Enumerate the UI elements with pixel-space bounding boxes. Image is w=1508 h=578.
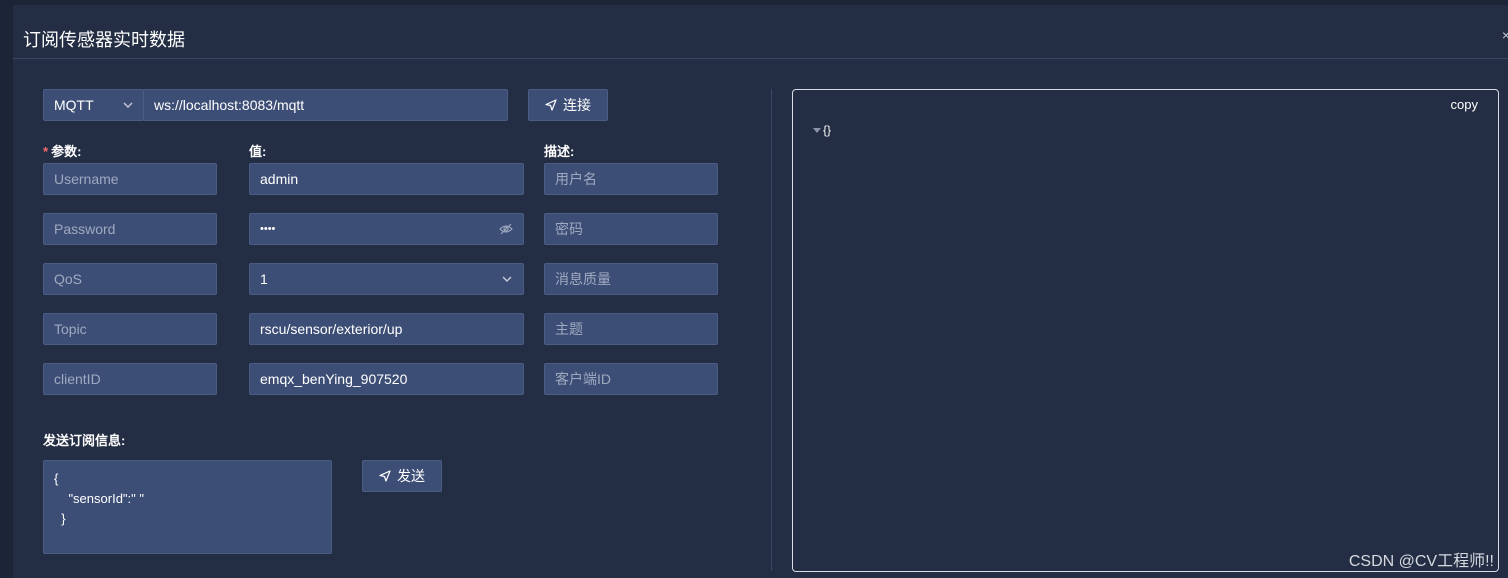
param-placeholder: Username xyxy=(54,171,119,187)
desc-header: 描述: xyxy=(544,144,575,159)
desc-placeholder: 密码 xyxy=(555,221,583,237)
value-text: rscu/sensor/exterior/up xyxy=(260,321,403,337)
dialog-title: 订阅传感器实时数据 xyxy=(23,30,185,50)
title-divider xyxy=(13,58,1508,59)
param-field-username[interactable]: Username xyxy=(43,163,217,195)
chevron-down-icon xyxy=(123,102,133,108)
param-placeholder: Password xyxy=(54,221,116,237)
desc-field-qos[interactable]: 消息质量 xyxy=(544,263,718,295)
value-text: •••• xyxy=(260,223,276,235)
message-textarea[interactable]: { "sensorId":" " } xyxy=(43,460,332,554)
connect-label: 连接 xyxy=(563,97,591,113)
desc-placeholder: 用户名 xyxy=(555,171,597,187)
desc-field-clientid[interactable]: 客户端ID xyxy=(544,363,718,395)
send-label: 发送订阅信息: xyxy=(43,433,126,448)
param-field-topic[interactable]: Topic xyxy=(43,313,217,345)
send-button-label: 发送 xyxy=(397,468,425,484)
value-text: emqx_benYing_907520 xyxy=(260,371,408,387)
chevron-down-icon xyxy=(502,276,512,282)
value-select-qos[interactable]: 1 xyxy=(249,263,524,295)
required-asterisk: * xyxy=(43,144,49,159)
param-placeholder: QoS xyxy=(54,271,83,287)
send-icon xyxy=(545,99,557,111)
value-text: 1 xyxy=(260,271,268,287)
caret-down-icon[interactable] xyxy=(813,127,821,133)
json-output-panel: copy {} xyxy=(792,89,1499,572)
connect-button[interactable]: 连接 xyxy=(528,89,608,121)
eye-icon[interactable] xyxy=(499,223,513,235)
protocol-value: MQTT xyxy=(54,97,94,113)
close-icon[interactable]: × xyxy=(1502,27,1508,43)
param-placeholder: Topic xyxy=(54,321,87,337)
url-value: ws://localhost:8083/mqtt xyxy=(154,97,305,113)
value-field-password[interactable]: •••• xyxy=(249,213,524,245)
send-button[interactable]: 发送 xyxy=(362,460,442,492)
protocol-select[interactable]: MQTT xyxy=(43,89,144,121)
desc-placeholder: 客户端ID xyxy=(555,371,611,387)
param-header: * 参数: xyxy=(43,141,81,160)
desc-placeholder: 主题 xyxy=(555,321,583,337)
desc-placeholder: 消息质量 xyxy=(555,271,611,287)
desc-field-topic[interactable]: 主题 xyxy=(544,313,718,345)
value-header: 值: xyxy=(249,144,267,159)
url-input[interactable]: ws://localhost:8083/mqtt xyxy=(143,89,508,121)
send-icon xyxy=(379,470,391,482)
value-field-username[interactable]: admin xyxy=(249,163,524,195)
desc-field-password[interactable]: 密码 xyxy=(544,213,718,245)
json-root: {} xyxy=(823,123,832,137)
param-field-qos[interactable]: QoS xyxy=(43,263,217,295)
param-field-password[interactable]: Password xyxy=(43,213,217,245)
vertical-divider xyxy=(771,89,772,571)
copy-button[interactable]: copy xyxy=(1451,97,1478,112)
param-placeholder: clientID xyxy=(54,371,101,387)
param-header-label: 参数: xyxy=(51,144,82,159)
param-field-clientid[interactable]: clientID xyxy=(43,363,217,395)
watermark: CSDN @CV工程师!! xyxy=(1348,553,1494,570)
json-tree[interactable]: {} xyxy=(813,123,831,137)
value-text: admin xyxy=(260,171,299,187)
desc-field-username[interactable]: 用户名 xyxy=(544,163,718,195)
value-field-topic[interactable]: rscu/sensor/exterior/up xyxy=(249,313,524,345)
value-field-clientid[interactable]: emqx_benYing_907520 xyxy=(249,363,524,395)
